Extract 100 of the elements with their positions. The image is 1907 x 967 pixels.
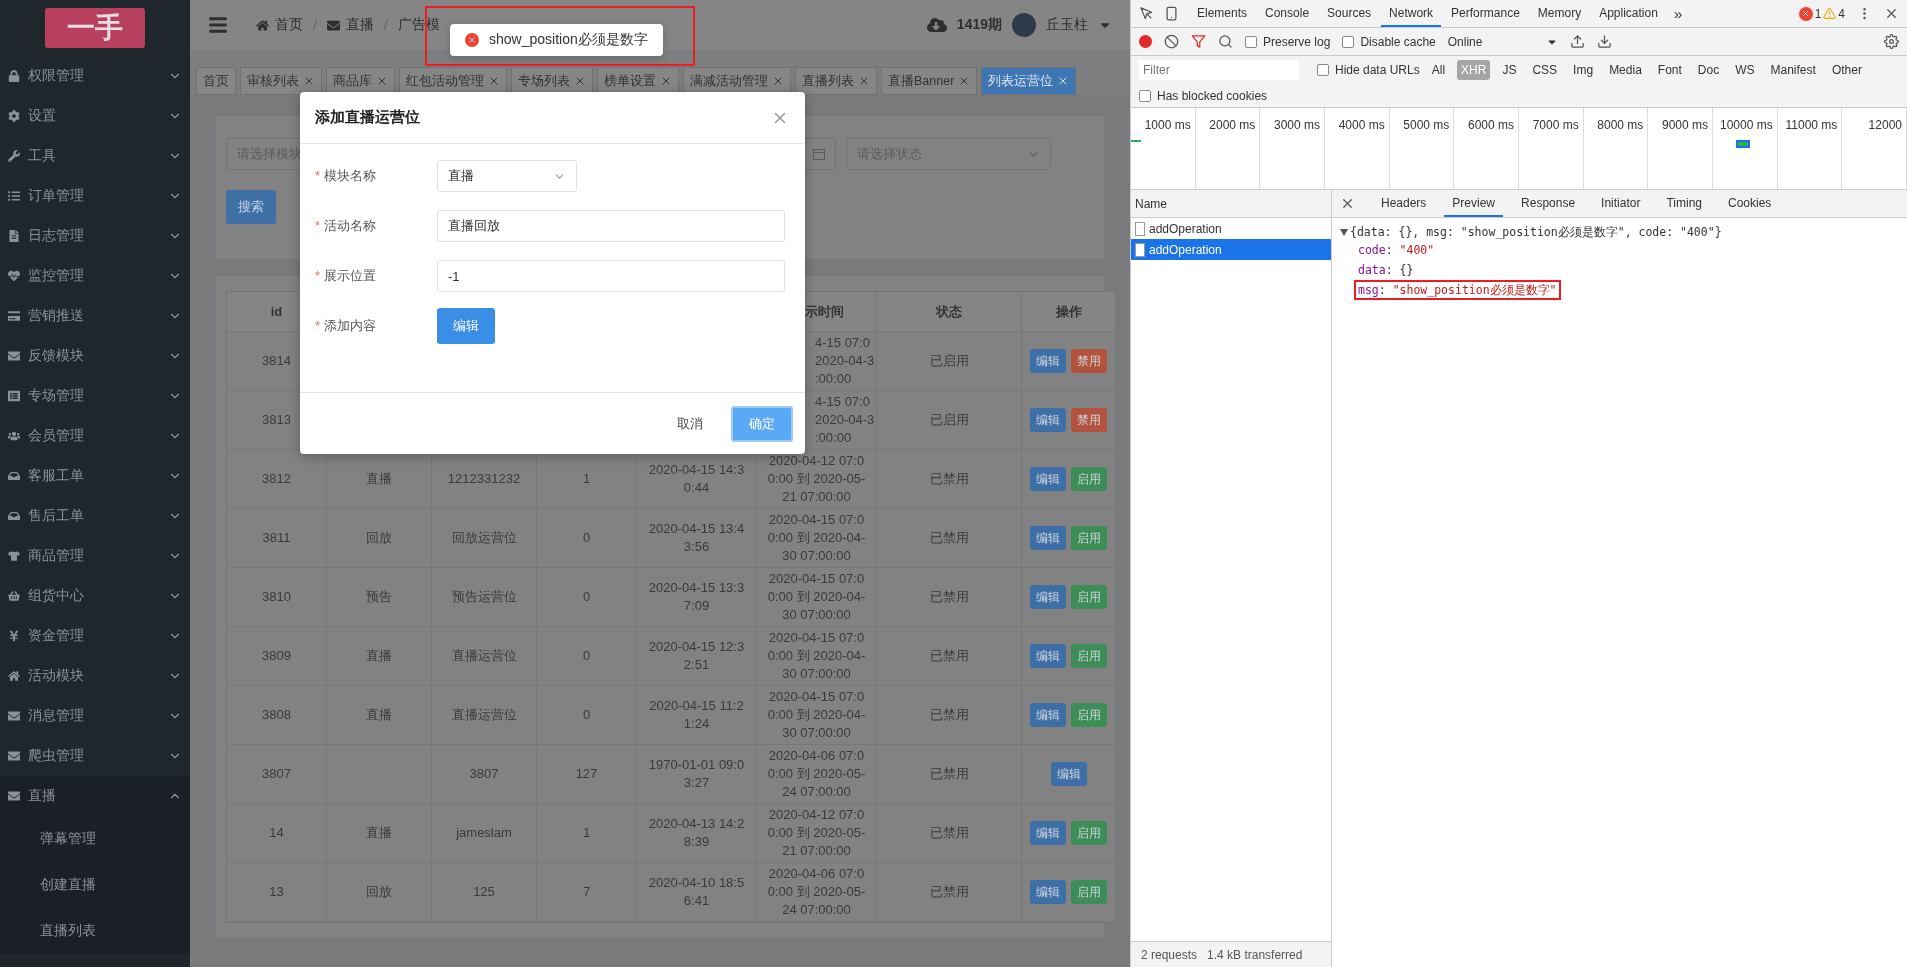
page-tab[interactable]: 直播列表	[795, 67, 877, 95]
close-icon[interactable]	[1884, 6, 1899, 21]
sidebar-item[interactable]: 专场管理	[0, 376, 190, 416]
type-filter[interactable]: JS	[1498, 60, 1521, 80]
more-tabs[interactable]: »	[1667, 5, 1689, 22]
inspect-icon[interactable]	[1139, 6, 1154, 21]
search-button[interactable]: 搜索	[226, 190, 276, 224]
record-button[interactable]	[1139, 35, 1152, 48]
sidebar-item[interactable]: 监控管理	[0, 256, 190, 296]
download-icon[interactable]	[1596, 34, 1612, 49]
sidebar-subitem[interactable]: 直播列表	[0, 908, 190, 954]
edit-button[interactable]: 编辑	[1030, 703, 1066, 727]
toggle-button[interactable]: 启用	[1071, 467, 1107, 491]
devtools-tab[interactable]: Console	[1257, 0, 1318, 27]
close-icon[interactable]	[488, 75, 500, 87]
toggle-button[interactable]: 启用	[1071, 644, 1107, 668]
sidebar-item[interactable]: 售后工单	[0, 496, 190, 536]
breadcrumb-link[interactable]: 广告模	[397, 16, 440, 34]
devtools-tab[interactable]: Memory	[1529, 0, 1590, 27]
type-filter[interactable]: Doc	[1693, 60, 1724, 80]
devtools-tab[interactable]: Application	[1591, 0, 1666, 27]
sidebar-item[interactable]: 活动模块	[0, 656, 190, 696]
page-tab[interactable]: 首页	[196, 67, 236, 95]
close-icon[interactable]	[1340, 196, 1355, 211]
sidebar-subitem[interactable]: 创建直播	[0, 862, 190, 908]
checkbox[interactable]	[1139, 89, 1151, 102]
sidebar-item[interactable]: 工具	[0, 136, 190, 176]
text-input[interactable]: 直播回放	[437, 210, 785, 242]
sidebar-item[interactable]: 订单管理	[0, 176, 190, 216]
sidebar-item[interactable]: 权限管理	[0, 56, 190, 96]
type-filter[interactable]: Img	[1569, 60, 1598, 80]
close-icon[interactable]	[858, 75, 870, 87]
type-filter[interactable]: Media	[1605, 60, 1646, 80]
edit-button[interactable]: 编辑	[1030, 408, 1066, 432]
page-tab[interactable]: 列表运营位	[981, 67, 1077, 95]
sidebar-item[interactable]: 会员管理	[0, 416, 190, 456]
toggle-button[interactable]: 禁用	[1071, 349, 1107, 373]
devtools-tab[interactable]: Performance	[1443, 0, 1528, 27]
page-tab[interactable]: 审核列表	[240, 67, 322, 95]
sidebar-item[interactable]: 直播	[0, 776, 190, 816]
sidebar-item[interactable]: 日志管理	[0, 216, 190, 256]
menu-icon[interactable]	[208, 15, 228, 35]
close-icon[interactable]	[660, 75, 672, 87]
edit-button[interactable]: 编辑	[437, 308, 495, 344]
toggle-button[interactable]: 禁用	[1071, 408, 1107, 432]
edit-button[interactable]: 编辑	[1030, 585, 1066, 609]
sidebar-item[interactable]: 客服工单	[0, 456, 190, 496]
settings-icon[interactable]	[1884, 34, 1899, 49]
detail-tab[interactable]: Response	[1513, 190, 1584, 217]
type-filter[interactable]: WS	[1731, 60, 1759, 80]
page-tab[interactable]: 专场列表	[511, 67, 593, 95]
page-tab[interactable]: 直播Banner	[881, 67, 978, 95]
close-icon[interactable]	[574, 75, 586, 87]
edit-button[interactable]: 编辑	[1030, 349, 1066, 373]
throttle-select[interactable]: Online	[1447, 34, 1558, 49]
type-filter[interactable]: CSS	[1528, 60, 1562, 80]
device-icon[interactable]	[1164, 6, 1179, 21]
sidebar-item[interactable]: 资金管理	[0, 616, 190, 656]
breadcrumb-link[interactable]: 直播	[345, 16, 374, 34]
type-filter[interactable]: Manifest	[1766, 60, 1820, 80]
devtools-tab[interactable]: Sources	[1319, 0, 1380, 27]
close-icon[interactable]	[772, 75, 784, 87]
cancel-button[interactable]: 取消	[665, 406, 715, 441]
filter-field[interactable]: Filter	[1139, 60, 1299, 80]
toggle-button[interactable]: 启用	[1071, 703, 1107, 727]
sidebar-item[interactable]: 爬虫管理	[0, 736, 190, 776]
page-tab[interactable]: 满减活动管理	[683, 67, 791, 95]
cloud-download-icon[interactable]	[926, 15, 947, 35]
sidebar-item[interactable]: 营销推送	[0, 296, 190, 336]
user-name[interactable]: 丘玉柱	[1046, 16, 1088, 34]
edit-button[interactable]: 编辑	[1030, 467, 1066, 491]
detail-tab[interactable]: Timing	[1658, 190, 1710, 217]
toggle-button[interactable]: 启用	[1071, 821, 1107, 845]
upload-icon[interactable]	[1569, 34, 1585, 49]
clear-icon[interactable]	[1164, 34, 1179, 49]
search-icon[interactable]	[1218, 34, 1233, 49]
sidebar-item[interactable]: 反馈模块	[0, 336, 190, 376]
text-input[interactable]: -1	[437, 260, 785, 292]
page-tab[interactable]: 商品库	[326, 67, 395, 95]
sidebar-item[interactable]: 设置	[0, 96, 190, 136]
toggle-button[interactable]: 启用	[1071, 526, 1107, 550]
type-filter[interactable]: All	[1427, 60, 1450, 80]
sidebar-item[interactable]: 消息管理	[0, 696, 190, 736]
checkbox[interactable]	[1317, 64, 1329, 76]
detail-tab[interactable]: Preview	[1444, 190, 1504, 217]
breadcrumb-link[interactable]: 首页	[275, 16, 303, 34]
toggle-button[interactable]: 启用	[1071, 880, 1107, 904]
request-row[interactable]: addOperation	[1131, 239, 1331, 260]
checkbox[interactable]	[1342, 35, 1355, 48]
close-icon[interactable]	[376, 75, 388, 87]
filter-icon[interactable]	[1191, 34, 1206, 49]
edit-button[interactable]: 编辑	[1030, 526, 1066, 550]
type-filter[interactable]: Font	[1653, 60, 1686, 80]
sidebar-item[interactable]: 组货中心	[0, 576, 190, 616]
edit-button[interactable]: 编辑	[1030, 644, 1066, 668]
devtools-tab[interactable]: Elements	[1189, 0, 1256, 27]
page-tab[interactable]: 榜单设置	[597, 67, 679, 95]
toggle-button[interactable]: 启用	[1071, 585, 1107, 609]
type-filter[interactable]: Other	[1827, 60, 1866, 80]
sidebar-item[interactable]: 商品管理	[0, 536, 190, 576]
